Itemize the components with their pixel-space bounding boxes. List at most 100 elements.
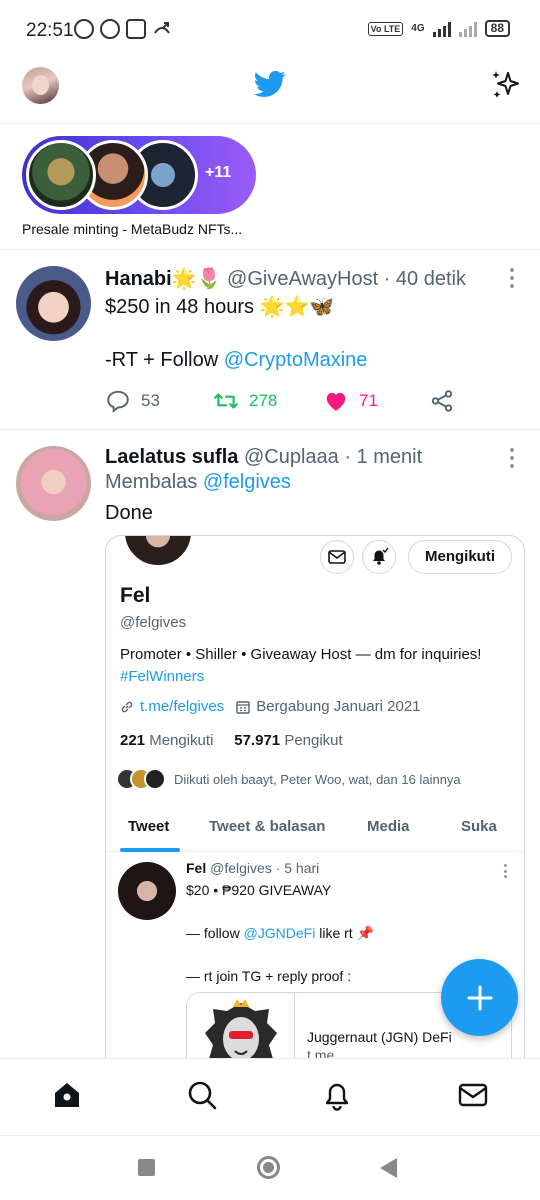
followers-stat[interactable]: 57.971 Pengikut [234,732,342,749]
status-bar: 22:51 Vo LTE 4G 88 [0,0,540,60]
share-icon [431,390,453,412]
sparkle-icon[interactable] [488,67,522,101]
following-button[interactable]: Mengikuti [408,540,512,574]
plus-icon [467,985,492,1010]
signal-icon [432,21,451,37]
profile-avatar-button[interactable] [22,67,59,104]
reply-count: 53 [141,391,160,410]
system-navigation [0,1136,540,1200]
following-stat[interactable]: 221 Mengikuti [120,732,213,749]
spaces-bar: +11 Presale minting - MetaBudz NFTs... [0,124,540,250]
more-options-icon[interactable] [510,268,516,288]
joined-date: Bergabung Januari 2021 [236,698,421,715]
tab-tweet[interactable]: Tweet [128,818,169,835]
tweet-header: Laelatus sufla @Cuplaaa · 1 menit [105,446,422,469]
reply-icon [107,390,129,413]
status-system-icons: Vo LTE 4G 88 [367,20,510,37]
profile-stats: 221 Mengikuti 57.971 Pengikut [120,732,343,749]
tweet-time: · 40 detik [383,268,466,290]
network-type: 4G [411,23,425,34]
more-options-icon[interactable] [504,864,508,878]
whatsapp-icon [100,19,120,39]
bio-text: Promoter • Shiller • Giveaway Host — dm … [120,646,482,663]
tab-likes[interactable]: Suka [461,818,497,835]
volte-badge: Vo LTE [367,21,404,36]
retweet-button[interactable]: 278 [213,388,277,414]
author-handle[interactable]: @GiveAwayHost [227,268,378,290]
tweet-author-avatar[interactable] [16,446,91,521]
missed-call-icon [152,19,172,39]
inner-tweet-line: $20 • ₱920 GIVEAWAY [186,882,332,898]
link-card-title: Juggernaut (JGN) DeFi [307,1029,452,1045]
space-pill[interactable]: +11 [22,136,256,214]
space-listener-count: +11 [205,164,232,181]
signal-2-icon [458,21,477,37]
search-icon[interactable] [186,1079,218,1111]
retweet-icon [214,393,238,409]
recent-apps-button[interactable] [138,1159,155,1176]
battery-indicator: 88 [484,20,510,37]
author-name[interactable]: Hanabi🌟🌷 [105,268,221,290]
space-title[interactable]: Presale minting - MetaBudz NFTs... [22,221,242,237]
like-button[interactable]: 71 [323,388,378,414]
messages-icon[interactable] [457,1079,489,1111]
share-button[interactable] [429,388,455,414]
tweet-time: · 1 menit [344,446,423,468]
more-options-icon[interactable] [510,448,516,468]
home-icon[interactable] [51,1079,83,1111]
alarm-icon [74,19,94,39]
inner-author-handle[interactable]: @felgives [210,860,272,876]
link-icon [121,701,133,712]
author-name[interactable]: Laelatus sufla [105,446,238,468]
calendar-icon [236,700,250,714]
compose-tweet-button[interactable] [441,959,518,1036]
tweet-text-line: $250 in 48 hours 🌟⭐🦋 [105,296,335,318]
inner-author-name[interactable]: Fel [186,860,206,876]
notifications-icon[interactable] [321,1079,353,1111]
inner-tweet-header: Fel @felgives · 5 hari [186,860,319,876]
tweet-text-line: -RT + Follow @CryptoMaxine [105,349,367,372]
tweet-header: Hanabi🌟🌷 @GiveAwayHost · 40 detik [105,266,466,291]
heart-icon [326,392,346,411]
profile-bio: Promoter • Shiller • Giveaway Host — dm … [120,644,481,688]
like-count: 71 [359,391,378,410]
tweet[interactable]: Hanabi🌟🌷 @GiveAwayHost · 40 detik $250 i… [0,250,540,430]
profile-name: Fel [120,584,151,607]
status-time: 22:51 [26,20,74,41]
known-followers-text: Diikuti oleh baayt, Peter Woo, wat, dan … [174,771,461,787]
reply-button[interactable]: 53 [105,388,160,414]
tweet-text: Done [105,502,153,524]
mention-link[interactable]: @JGNDeFi [244,925,316,941]
profile-handle: @felgives [120,614,187,631]
mention-link[interactable]: @felgives [203,471,291,493]
inner-tweet-line: — rt join TG + reply proof : [186,968,352,984]
known-followers[interactable]: Diikuti oleh baayt, Peter Woo, wat, dan … [116,768,461,790]
inner-tweet-line: — follow @JGNDeFi like rt 📌 [186,925,375,941]
known-follower-avatars [116,768,166,790]
gallery-icon [126,19,146,39]
inner-tweet-time: · 5 hari [275,860,320,876]
message-icon[interactable] [320,540,354,574]
inner-tweet-avatar[interactable] [118,862,176,920]
replying-to: Membalas @felgives [105,471,291,494]
tweet-author-avatar[interactable] [16,266,91,341]
app-header [0,60,540,124]
back-button[interactable] [380,1158,397,1178]
author-handle[interactable]: @Cuplaaa [244,446,339,468]
bio-hashtag[interactable]: #FelWinners [120,666,481,688]
profile-card-avatar[interactable] [122,536,194,568]
home-button[interactable] [257,1156,280,1179]
website-link[interactable]: t.me/felgives [120,698,224,715]
space-avatar [26,140,96,210]
tab-tweet-replies[interactable]: Tweet & balasan [209,818,325,835]
profile-tabs: Tweet Tweet & balasan Media Suka [106,806,524,852]
twitter-bird-icon[interactable] [252,68,288,100]
mention-link[interactable]: @CryptoMaxine [224,349,368,371]
tweet-actions: 53 278 71 [105,388,465,414]
status-notification-icons [74,19,172,39]
tab-media[interactable]: Media [367,818,410,835]
retweet-count: 278 [249,391,278,410]
notification-bell-icon[interactable] [362,540,396,574]
profile-meta: t.me/felgives Bergabung Januari 2021 [120,698,421,715]
replying-to-label: Membalas [105,471,203,493]
